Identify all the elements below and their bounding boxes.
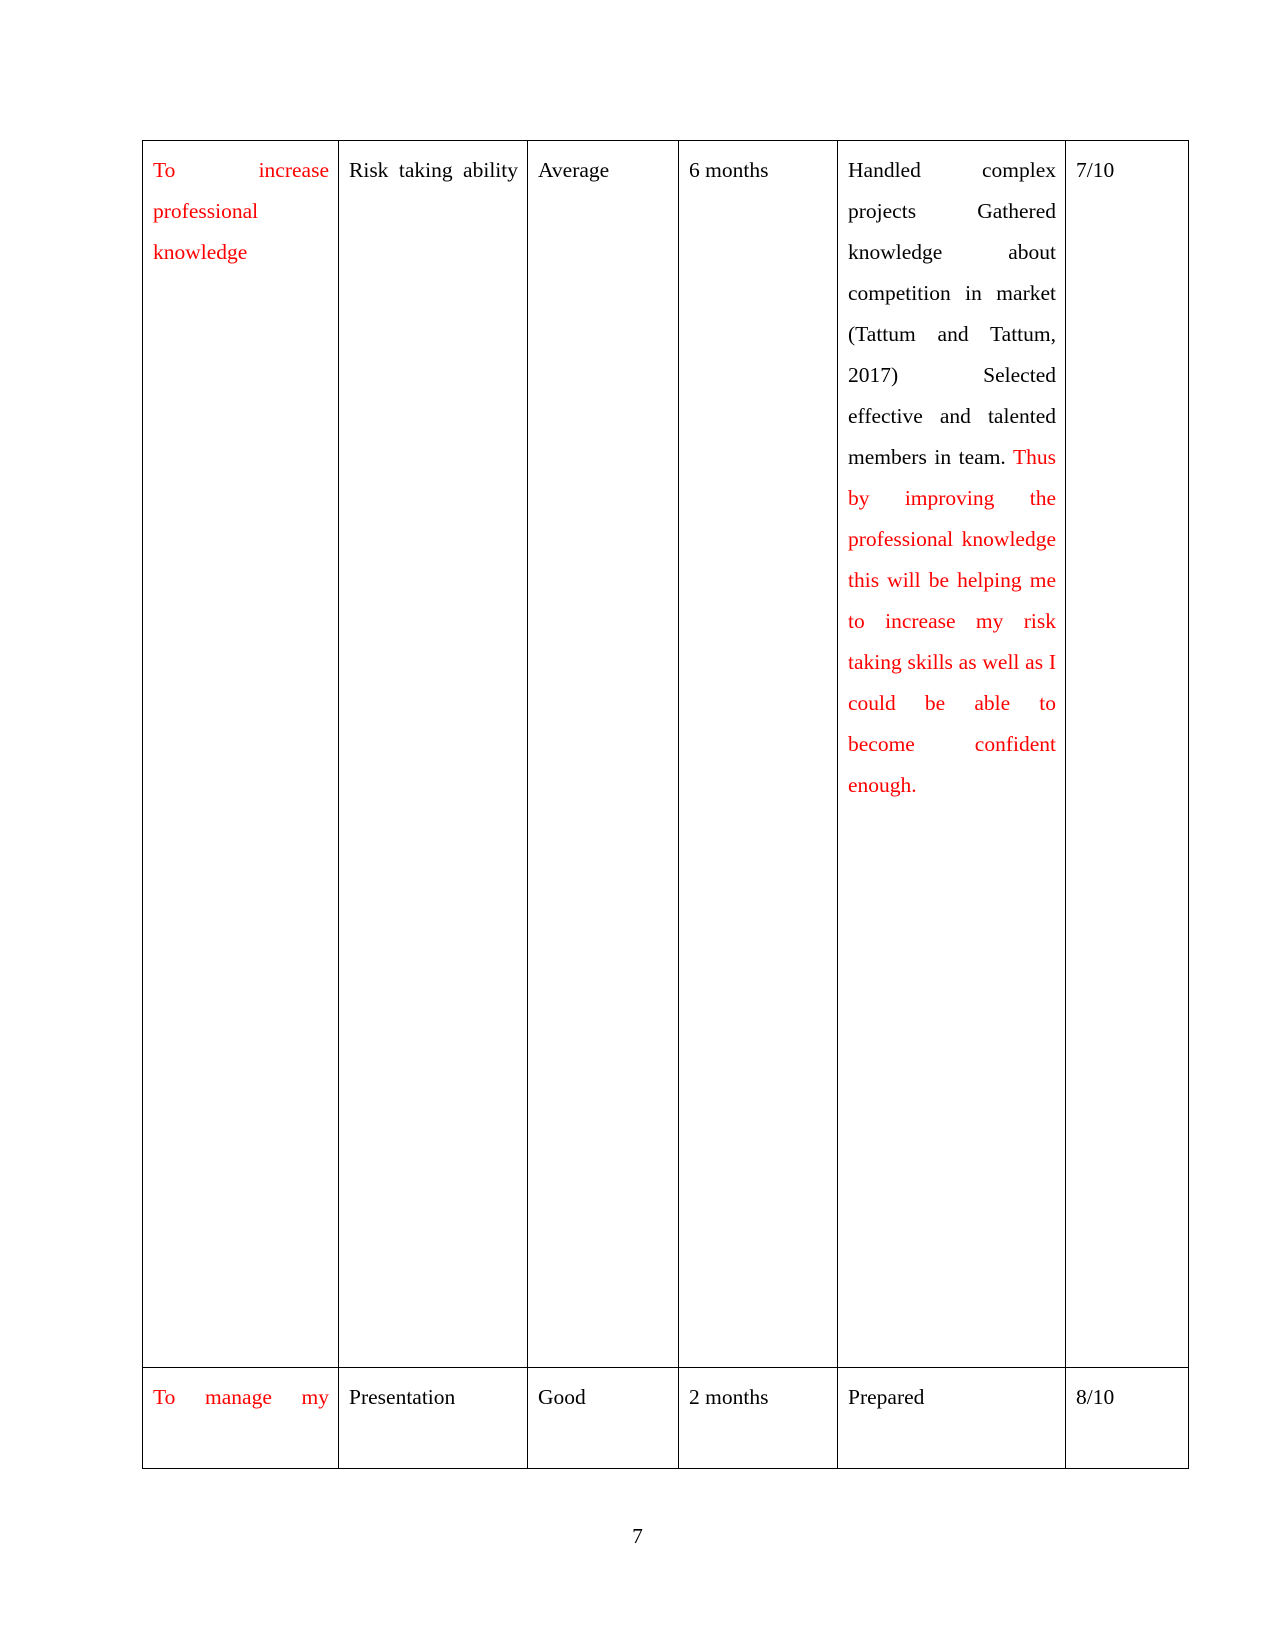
goal-text: To increase professional knowledge — [153, 158, 329, 264]
cell-evidence: Prepared — [837, 1367, 1066, 1469]
cell-skill: Risk taking ability — [338, 140, 528, 1368]
goal-text: To manage my — [153, 1385, 329, 1409]
cell-current-level: Good — [527, 1367, 679, 1469]
evidence-text-red: Thus by improving the professional knowl… — [848, 445, 1056, 797]
score-text: 7/10 — [1076, 158, 1115, 182]
table-row: To increase professional knowledge Risk … — [142, 140, 1189, 1368]
current-level-text: Good — [538, 1385, 586, 1409]
evidence-text-black: Handled complex projects Gathered knowle… — [848, 158, 1056, 469]
cell-score: 7/10 — [1065, 140, 1189, 1368]
evidence-paragraph: Handled complex projects Gathered knowle… — [848, 150, 1056, 847]
cell-skill: Presentation — [338, 1367, 528, 1469]
skill-text: Risk taking ability — [349, 158, 518, 182]
professional-development-table: To increase professional knowledge Risk … — [142, 140, 1189, 1469]
skill-text: Presentation — [349, 1385, 456, 1409]
document-page: To increase professional knowledge Risk … — [0, 0, 1275, 1651]
cell-current-level: Average — [527, 140, 679, 1368]
cell-time-frame: 6 months — [678, 140, 838, 1368]
evidence-text-black: Prepared — [848, 1385, 925, 1409]
score-text: 8/10 — [1076, 1385, 1115, 1409]
cell-goal: To manage my — [142, 1367, 339, 1469]
table-row: To manage my Presentation Good 2 months … — [142, 1367, 1189, 1469]
page-number: 7 — [632, 1524, 643, 1548]
time-frame-text: 2 months — [689, 1385, 769, 1409]
cell-score: 8/10 — [1065, 1367, 1189, 1469]
cell-time-frame: 2 months — [678, 1367, 838, 1469]
cell-evidence: Handled complex projects Gathered knowle… — [837, 140, 1066, 1368]
current-level-text: Average — [538, 158, 610, 182]
time-frame-text: 6 months — [689, 158, 769, 182]
cell-goal: To increase professional knowledge — [142, 140, 339, 1368]
